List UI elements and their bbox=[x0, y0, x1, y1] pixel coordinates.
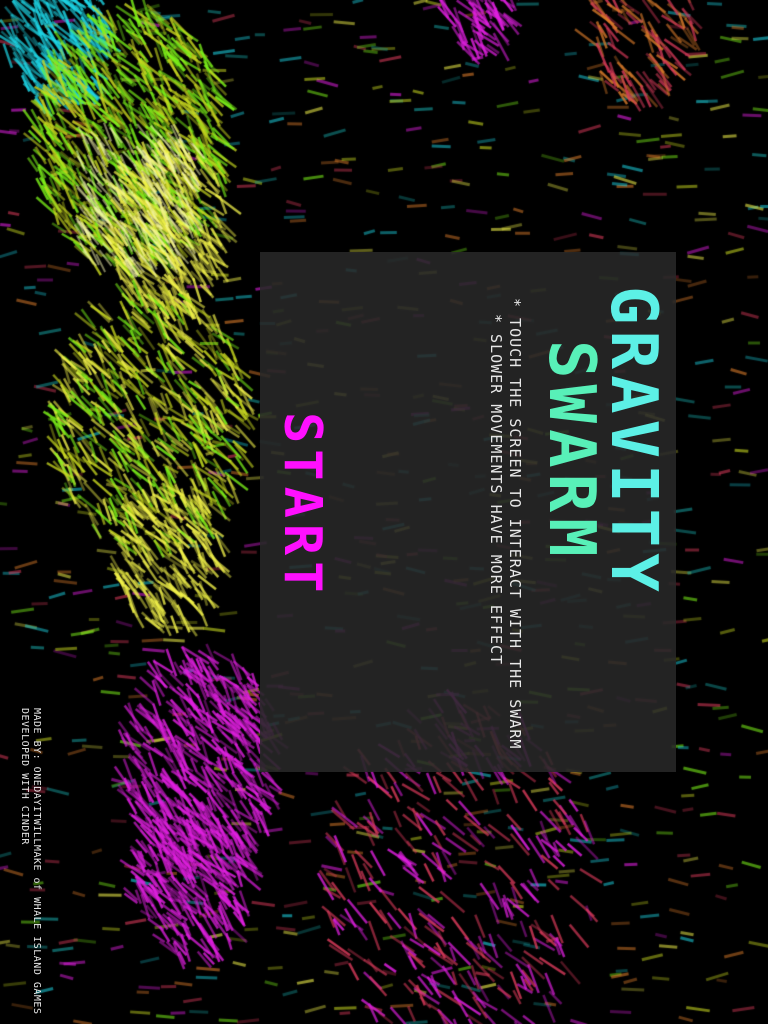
credits-engine: DEVELOPED WITH CINDER bbox=[19, 708, 30, 845]
instructions: * TOUCH THE SCREEN TO INTERACT WITH THE … bbox=[486, 298, 524, 749]
game-title: GRAVITY SWARM bbox=[534, 280, 670, 598]
instruction-slow: * SLOWER MOVEMENTS HAVE MORE EFFECT bbox=[487, 314, 505, 666]
title-line-swarm: SWARM bbox=[534, 340, 608, 563]
credits: MADE BY: ONEDAYITWILLMAKE of WHALE ISLAN… bbox=[18, 708, 42, 1014]
credits-made-by: MADE BY: ONEDAYITWILLMAKE of WHALE ISLAN… bbox=[31, 708, 42, 1015]
start-button[interactable]: START bbox=[272, 412, 332, 599]
title-line-gravity: GRAVITY bbox=[596, 286, 670, 598]
title-panel: GRAVITY SWARM * TOUCH THE SCREEN TO INTE… bbox=[260, 252, 676, 772]
instruction-touch: * TOUCH THE SCREEN TO INTERACT WITH THE … bbox=[506, 298, 524, 750]
